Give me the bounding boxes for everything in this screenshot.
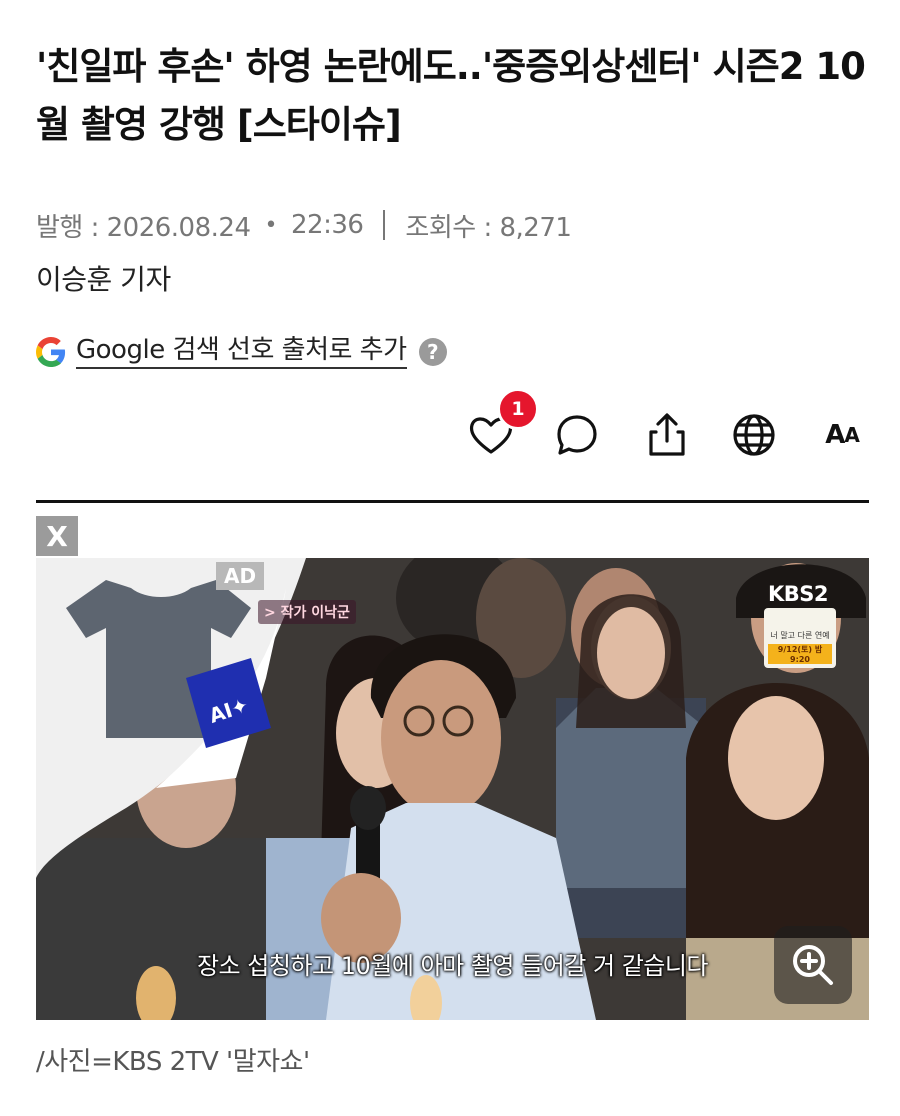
translate-button[interactable] bbox=[724, 405, 784, 465]
like-count-badge: 1 bbox=[497, 388, 539, 430]
globe-icon bbox=[733, 414, 775, 456]
google-preferred-source-text[interactable]: Google 검색 선호 출처로 추가 bbox=[76, 335, 407, 369]
published-time: 22:36 bbox=[290, 210, 364, 240]
meta-separator bbox=[383, 210, 386, 240]
ad-close-button[interactable]: X bbox=[36, 516, 78, 556]
font-size-button[interactable]: AA bbox=[812, 405, 872, 465]
article-meta: 발행 : 2026.08.24 • 22:36 조회수 : 8,271 bbox=[36, 208, 572, 243]
share-icon bbox=[649, 413, 685, 456]
published-date: 발행 : 2026.08.24 bbox=[36, 212, 251, 243]
photo-author-tag: > 작가 이낙군 bbox=[258, 600, 356, 624]
article-photo[interactable]: AI✦ AD > 작가 이낙군 KBS2 너 말고 다른 연예 9/12(토) … bbox=[36, 558, 869, 1020]
article-action-bar: AA bbox=[0, 405, 900, 469]
font-size-label-big: A bbox=[825, 420, 845, 450]
show-promo-card: 너 말고 다른 연예 9/12(토) 밤 9:20 bbox=[764, 608, 836, 668]
font-size-label-small: A bbox=[844, 423, 860, 447]
ad-label: AD bbox=[216, 562, 265, 590]
share-button[interactable] bbox=[637, 405, 697, 465]
meta-dot: • bbox=[264, 212, 278, 238]
show-promo-title: 너 말고 다른 연예 bbox=[770, 631, 830, 640]
zoom-in-icon bbox=[793, 945, 833, 985]
comment-button[interactable] bbox=[547, 405, 607, 465]
google-preferred-source-link[interactable]: Google 검색 선호 출처로 추가 ? bbox=[36, 333, 447, 371]
article-headline: '친일파 후손' 하영 논란에도..'중증외상센터' 시즌2 10월 촬영 강행… bbox=[36, 45, 866, 146]
broadcaster-logo: KBS2 bbox=[768, 582, 829, 606]
speech-bubble-icon bbox=[557, 415, 597, 455]
section-divider bbox=[36, 500, 869, 503]
photo-caption: /사진=KBS 2TV '말자쇼' bbox=[36, 1047, 310, 1077]
zoom-button[interactable] bbox=[774, 926, 852, 1004]
show-promo-date: 9/12(토) 밤 9:20 bbox=[768, 644, 832, 664]
video-subtitle: 장소 섭칭하고 10월에 아마 촬영 들어갈 거 같습니다 bbox=[196, 952, 709, 980]
view-count: 조회수 : 8,271 bbox=[405, 212, 572, 243]
google-g-icon bbox=[36, 337, 66, 367]
reporter-name[interactable]: 이승훈 기자 bbox=[36, 258, 171, 298]
help-icon[interactable]: ? bbox=[418, 338, 447, 366]
